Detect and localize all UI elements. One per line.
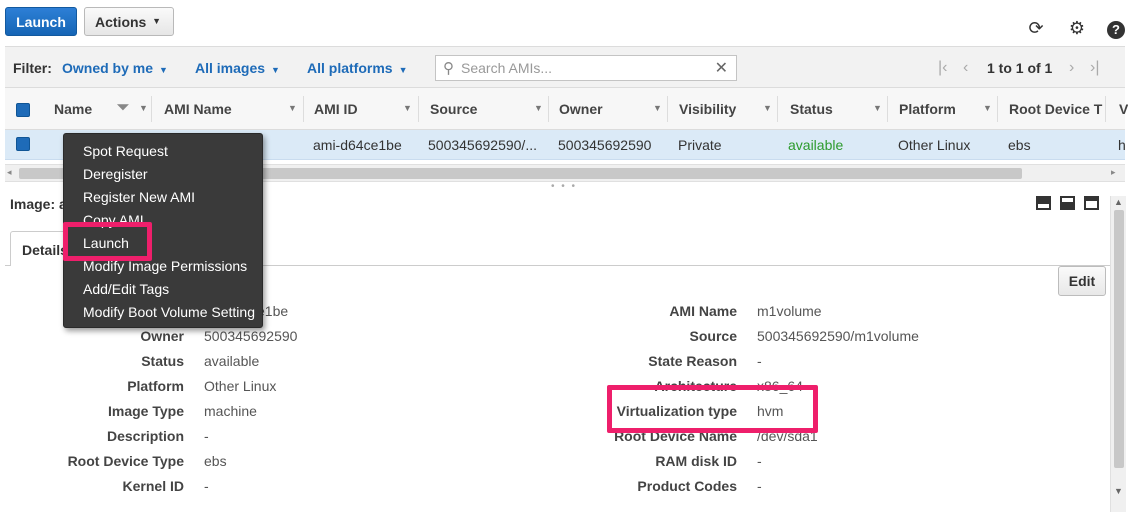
last-page-icon[interactable]: ›| — [1090, 59, 1099, 77]
detail-label-product-codes: Product Codes — [637, 478, 737, 494]
next-page-icon[interactable]: › — [1069, 59, 1074, 77]
first-page-icon[interactable]: |‹ — [938, 59, 947, 77]
detail-label-source: Source — [689, 328, 737, 344]
cell-source: 500345692590/... — [428, 137, 537, 153]
pane-layout-top-icon[interactable] — [1036, 196, 1051, 210]
edit-button[interactable]: Edit — [1058, 266, 1106, 296]
image-type-filter-dropdown[interactable]: All images ▼ — [195, 60, 280, 76]
col-owner[interactable]: Owner — [559, 101, 603, 117]
cell-platform: Other Linux — [898, 137, 971, 153]
col-ami-name[interactable]: AMI Name — [164, 101, 232, 117]
scroll-right-icon[interactable]: ▸ — [1111, 167, 1116, 178]
col-platform[interactable]: Platform — [899, 101, 956, 117]
menu-item-add-edit-tags[interactable]: Add/Edit Tags — [83, 281, 169, 297]
col-name[interactable]: Name — [54, 101, 92, 117]
col-status[interactable]: Status — [790, 101, 833, 117]
detail-value-state-reason: - — [757, 353, 762, 369]
chevron-down-icon: ▼ — [534, 103, 543, 113]
cell-status: available — [788, 137, 844, 153]
detail-value-ram-disk-id: - — [757, 453, 762, 469]
chevron-down-icon: ▼ — [873, 103, 882, 113]
refresh-icon[interactable]: ⟳ — [1026, 18, 1046, 38]
search-input[interactable] — [461, 59, 711, 77]
actions-label: Actions — [95, 13, 147, 30]
detail-label-description: Description — [106, 428, 184, 444]
detail-value-root-device-type: ebs — [204, 453, 227, 469]
cell-owner: 500345692590 — [558, 137, 652, 153]
detail-label-root-device-type: Root Device Type — [67, 453, 184, 469]
clear-search-icon[interactable]: ✕ — [715, 58, 728, 78]
search-box: ⚲ ✕ — [435, 55, 737, 81]
platform-filter-dropdown[interactable]: All platforms ▼ — [307, 60, 408, 76]
cell-ami-id: ami-d64ce1be — [313, 137, 402, 153]
filter-bar: Filter: Owned by me ▼ All images ▼ All pla… — [5, 46, 1125, 88]
scroll-up-icon[interactable]: ▲ — [1114, 197, 1123, 207]
detail-value-source: 500345692590/m1volume — [757, 328, 919, 344]
menu-item-deregister[interactable]: Deregister — [83, 166, 148, 182]
detail-value-kernel-id: - — [204, 478, 209, 494]
chevron-down-icon: ▼ — [763, 103, 772, 113]
cell-v: h — [1118, 137, 1126, 153]
detail-label-ram-disk-id: RAM disk ID — [655, 453, 737, 469]
virtualization-highlight-box — [607, 385, 818, 433]
launch-button[interactable]: Launch — [5, 7, 77, 36]
cell-root-device: ebs — [1008, 137, 1031, 153]
detail-label-platform: Platform — [127, 378, 184, 394]
col-source[interactable]: Source — [430, 101, 477, 117]
detail-label-owner: Owner — [140, 328, 184, 344]
detail-label-state-reason: State Reason — [648, 353, 737, 369]
col-root-device-type[interactable]: Root Device T — [1009, 101, 1102, 117]
pane-layout-bottom-icon[interactable] — [1060, 196, 1075, 210]
detail-label-image-type: Image Type — [108, 403, 184, 419]
detail-value-status: available — [204, 353, 260, 369]
col-ami-id[interactable]: AMI ID — [314, 101, 358, 117]
col-v[interactable]: V — [1119, 101, 1128, 117]
detail-value-owner: 500345692590 — [204, 328, 298, 344]
prev-page-icon[interactable]: ‹ — [963, 59, 968, 77]
menu-item-register-new-ami[interactable]: Register New AMI — [83, 189, 195, 205]
top-toolbar: Launch Actions ▼ ⟳ ⚙ ? — [0, 0, 1128, 46]
detail-value-description: - — [204, 428, 209, 444]
menu-item-spot-request[interactable]: Spot Request — [83, 143, 168, 159]
chevron-down-icon: ▼ — [653, 103, 662, 113]
gear-icon[interactable]: ⚙ — [1067, 18, 1087, 38]
detail-label-kernel-id: Kernel ID — [122, 478, 184, 494]
col-visibility[interactable]: Visibility — [679, 101, 736, 117]
actions-button[interactable]: Actions ▼ — [84, 7, 174, 36]
chevron-down-icon: ▼ — [288, 103, 297, 113]
detail-value-platform: Other Linux — [204, 378, 277, 394]
detail-label-status: Status — [141, 353, 184, 369]
pane-resize-grip-icon[interactable]: • • • — [551, 181, 577, 192]
detail-value-image-type: machine — [204, 403, 257, 419]
cell-visibility: Private — [678, 137, 722, 153]
help-icon[interactable]: ? — [1106, 18, 1126, 39]
chevron-down-icon: ▼ — [152, 16, 161, 26]
chevron-down-icon: ▼ — [403, 103, 412, 113]
detail-value-ami-name: m1volume — [757, 303, 822, 319]
filter-funnel-icon[interactable]: ⏷ — [117, 99, 129, 116]
row-checkbox[interactable] — [16, 137, 30, 151]
select-all-checkbox[interactable] — [16, 103, 30, 117]
detail-value-product-codes: - — [757, 478, 762, 494]
pagination-text: 1 to 1 of 1 — [987, 60, 1053, 76]
vertical-scrollbar[interactable]: ▲ ▼ — [1110, 196, 1126, 512]
scroll-thumb[interactable] — [1114, 210, 1124, 468]
pane-layout-full-icon[interactable] — [1084, 196, 1099, 210]
menu-item-modify-boot-volume-setting[interactable]: Modify Boot Volume Setting — [83, 304, 255, 320]
filter-label: Filter: — [13, 60, 52, 76]
chevron-down-icon: ▼ — [983, 103, 992, 113]
image-title: Image: a — [10, 196, 67, 212]
scroll-down-icon[interactable]: ▼ — [1114, 486, 1123, 496]
search-icon: ⚲ — [443, 60, 454, 77]
scroll-left-icon[interactable]: ◂ — [7, 167, 12, 178]
owned-by-filter-dropdown[interactable]: Owned by me ▼ — [62, 60, 168, 76]
table-header: Name ⏷ ▼ AMI Name ▼ AMI ID ▼ Source ▼ Ow… — [5, 88, 1128, 130]
detail-label-ami-name: AMI Name — [669, 303, 737, 319]
chevron-down-icon: ▼ — [139, 103, 148, 113]
launch-highlight-box — [63, 222, 152, 261]
